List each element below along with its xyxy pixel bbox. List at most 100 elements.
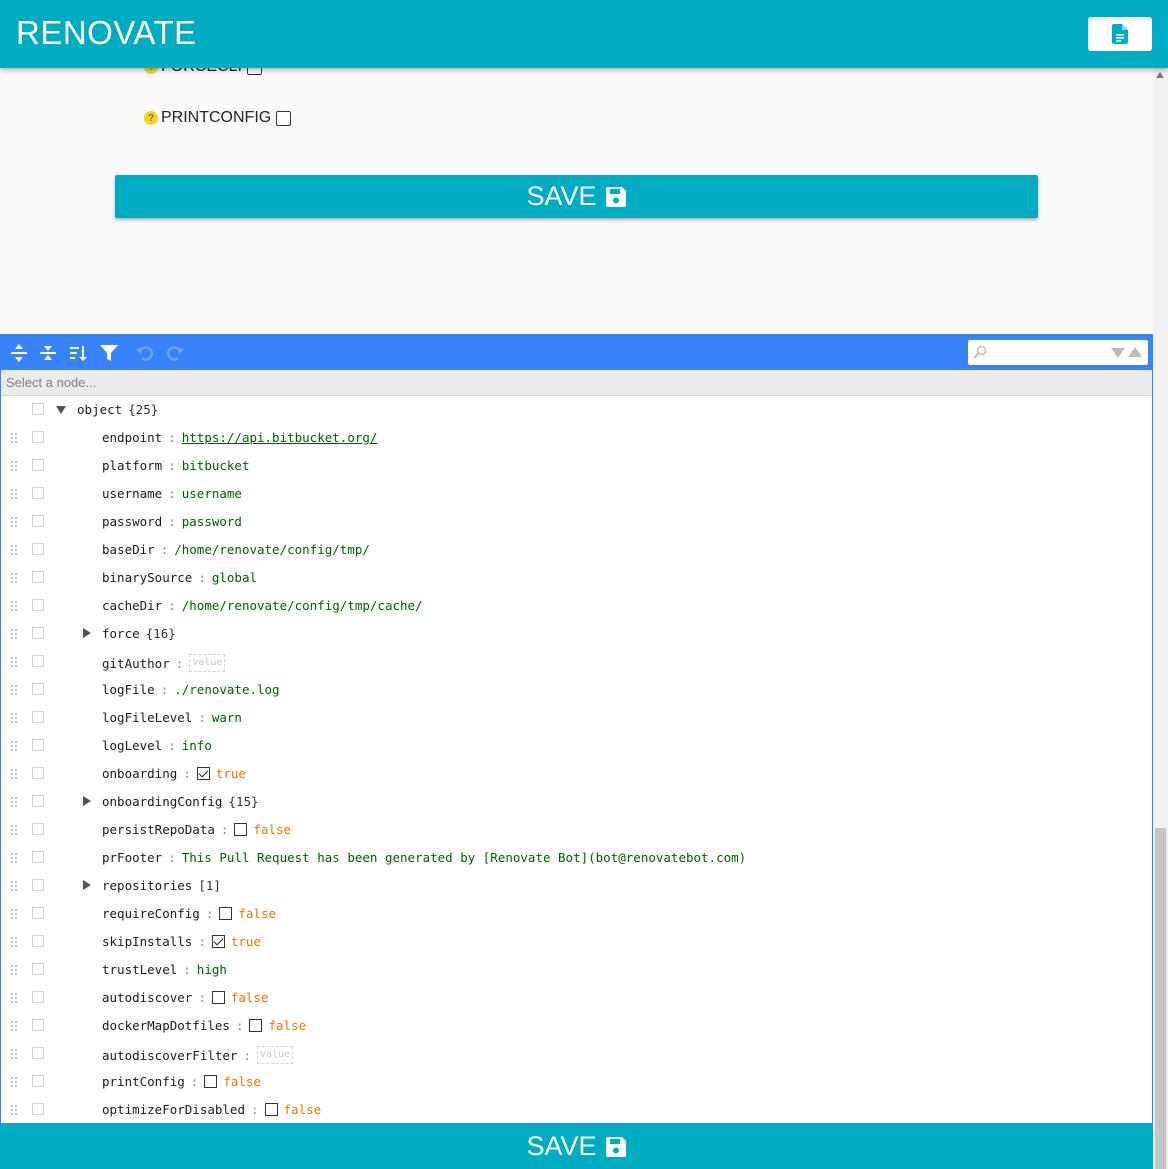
field-name[interactable]: username <box>102 486 162 501</box>
field-value[interactable]: false <box>268 1018 306 1033</box>
page-scrollbar[interactable] <box>1153 68 1168 1169</box>
save-button[interactable]: SAVE <box>115 175 1038 218</box>
drag-handle-icon[interactable] <box>10 740 18 752</box>
drag-handle-icon[interactable] <box>10 1020 18 1032</box>
field-value[interactable]: true <box>216 766 246 781</box>
tree-row-dockerMapDotfiles[interactable]: dockerMapDotfiles: false <box>1 1012 1152 1040</box>
undo-icon[interactable] <box>135 343 155 363</box>
context-menu-button[interactable] <box>32 459 44 471</box>
field-name[interactable]: logLevel <box>102 738 162 753</box>
tree-row-endpoint[interactable]: endpoint: https://api.bitbucket.org/ <box>1 424 1152 452</box>
field-name[interactable]: logFile <box>102 682 155 697</box>
field-name[interactable]: gitAuthor <box>102 656 170 671</box>
field-name[interactable]: platform <box>102 458 162 473</box>
field-value[interactable]: username <box>182 486 242 501</box>
search-previous-icon[interactable] <box>1128 347 1142 357</box>
context-menu-button[interactable] <box>32 683 44 695</box>
filter-icon[interactable] <box>99 343 119 363</box>
boolean-checkbox[interactable] <box>204 1075 218 1088</box>
tree-row-prFooter[interactable]: prFooter: This Pull Request has been gene… <box>1 844 1152 872</box>
field-name[interactable]: onboarding <box>102 766 177 781</box>
boolean-checkbox[interactable] <box>196 767 210 780</box>
drag-handle-icon[interactable] <box>10 656 18 668</box>
expand-toggle-icon[interactable] <box>83 796 91 806</box>
tree-row-autodiscover[interactable]: autodiscover: false <box>1 984 1152 1012</box>
context-menu-button[interactable] <box>32 991 44 1003</box>
field-name[interactable]: password <box>102 514 162 529</box>
drag-handle-icon[interactable] <box>10 796 18 808</box>
field-name[interactable]: force <box>102 626 140 641</box>
field-name[interactable]: autodiscoverFilter <box>102 1048 237 1063</box>
context-menu-button[interactable] <box>32 655 44 667</box>
context-menu-button[interactable] <box>32 907 44 919</box>
field-name[interactable]: printConfig <box>102 1074 185 1089</box>
save-button-bottom[interactable]: SAVE <box>0 1124 1153 1169</box>
redo-icon[interactable] <box>165 343 185 363</box>
field-value[interactable]: ./renovate.log <box>174 682 279 697</box>
tree-row-cacheDir[interactable]: cacheDir: /home/renovate/config/tmp/cache… <box>1 592 1152 620</box>
boolean-checkbox[interactable] <box>219 907 233 920</box>
field-name[interactable]: optimizeForDisabled <box>102 1102 245 1117</box>
drag-handle-icon[interactable] <box>10 824 18 836</box>
help-icon[interactable]: ? <box>144 111 158 125</box>
tree-row-username[interactable]: username: username <box>1 480 1152 508</box>
field-name[interactable]: skipInstalls <box>102 934 192 949</box>
tree-row-binarySource[interactable]: binarySource: global <box>1 564 1152 592</box>
boolean-checkbox[interactable] <box>211 991 225 1004</box>
drag-handle-icon[interactable] <box>10 488 18 500</box>
tree-row-requireConfig[interactable]: requireConfig: false <box>1 900 1152 928</box>
field-value[interactable]: global <box>212 570 257 585</box>
tree-row-trustLevel[interactable]: trustLevel: high <box>1 956 1152 984</box>
search-next-icon[interactable] <box>1111 348 1125 358</box>
collapse-all-icon[interactable] <box>38 343 58 363</box>
tree-row-password[interactable]: password: password <box>1 508 1152 536</box>
drag-handle-icon[interactable] <box>10 880 18 892</box>
field-value[interactable]: high <box>197 962 227 977</box>
tree-row-logFile[interactable]: logFile: ./renovate.log <box>1 676 1152 704</box>
sort-icon[interactable] <box>68 343 88 363</box>
tree-row-skipInstalls[interactable]: skipInstalls: true <box>1 928 1152 956</box>
field-value[interactable]: /home/renovate/config/tmp/ <box>174 542 370 557</box>
drag-handle-icon[interactable] <box>10 852 18 864</box>
context-menu-button[interactable] <box>32 963 44 975</box>
drag-handle-icon[interactable] <box>10 964 18 976</box>
field-name[interactable]: trustLevel <box>102 962 177 977</box>
boolean-checkbox[interactable] <box>249 1019 263 1032</box>
tree-row-force[interactable]: force {16} <box>1 620 1152 648</box>
tree-row-persistRepoData[interactable]: persistRepoData: false <box>1 816 1152 844</box>
drag-handle-icon[interactable] <box>10 432 18 444</box>
empty-value-placeholder[interactable]: value <box>257 1046 294 1064</box>
context-menu-button[interactable] <box>32 1075 44 1087</box>
context-menu-button[interactable] <box>32 1047 44 1059</box>
tree-row-repositories[interactable]: repositories [1] <box>1 872 1152 900</box>
tree-row-logLevel[interactable]: logLevel: info <box>1 732 1152 760</box>
drag-handle-icon[interactable] <box>10 460 18 472</box>
drag-handle-icon[interactable] <box>10 544 18 556</box>
context-menu-button[interactable] <box>32 823 44 835</box>
context-menu-button[interactable] <box>32 487 44 499</box>
tree-row-printConfig[interactable]: printConfig: false <box>1 1068 1152 1096</box>
context-menu-button[interactable] <box>32 515 44 527</box>
field-name[interactable]: repositories <box>102 878 192 893</box>
field-value[interactable]: false <box>284 1102 322 1117</box>
collapse-toggle-icon[interactable] <box>56 406 66 414</box>
boolean-checkbox[interactable] <box>234 823 248 836</box>
field-value[interactable]: This Pull Request has been generated by … <box>182 850 746 865</box>
drag-handle-icon[interactable] <box>10 992 18 1004</box>
field-value[interactable]: false <box>223 1074 261 1089</box>
context-menu-button[interactable] <box>32 879 44 891</box>
context-menu-button[interactable] <box>32 543 44 555</box>
field-name[interactable]: baseDir <box>102 542 155 557</box>
context-menu-button[interactable] <box>32 935 44 947</box>
tree-root-row[interactable]: object {25} <box>1 396 1152 424</box>
empty-value-placeholder[interactable]: value <box>189 654 226 672</box>
context-menu-button[interactable] <box>32 431 44 443</box>
context-menu-button[interactable] <box>32 739 44 751</box>
drag-handle-icon[interactable] <box>10 712 18 724</box>
tree-row-optimizeForDisabled[interactable]: optimizeForDisabled: false <box>1 1096 1152 1124</box>
field-name[interactable]: dockerMapDotfiles <box>102 1018 230 1033</box>
document-button[interactable] <box>1088 17 1152 51</box>
field-name[interactable]: binarySource <box>102 570 192 585</box>
expand-all-icon[interactable] <box>9 343 29 363</box>
field-value[interactable]: info <box>182 738 212 753</box>
